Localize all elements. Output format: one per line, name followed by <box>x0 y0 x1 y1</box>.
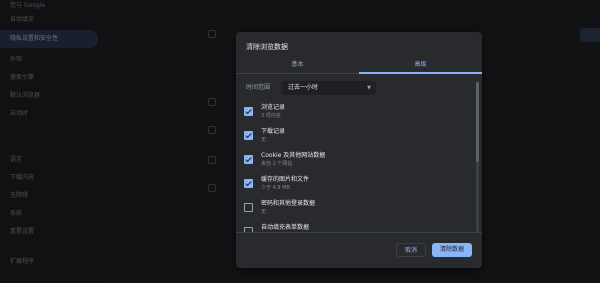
tab-basic[interactable]: 基本 <box>236 58 359 74</box>
clear-data-button[interactable]: 清除数据 <box>432 243 472 257</box>
item-title: 浏览记录 <box>261 104 286 111</box>
time-range-select[interactable]: 过去一小时 ▼ <box>282 81 376 95</box>
item-title: 缓存的图片和文件 <box>261 176 310 183</box>
item-subtitle: 3 项内容 <box>261 113 281 119</box>
list-item-passwords[interactable]: 密码和其他登录数据 无 <box>236 198 474 220</box>
list-scrollbar[interactable] <box>476 82 479 232</box>
checkbox-checked-icon[interactable] <box>244 155 253 164</box>
list-item-browsing-history[interactable]: 浏览记录 3 项内容 <box>236 102 474 124</box>
item-title: Cookie 及其他网站数据 <box>261 152 326 159</box>
item-subtitle: 无 <box>261 137 267 143</box>
dialog-tabs: 基本 高级 <box>236 58 482 74</box>
time-range-label: 时间范围 <box>246 84 271 91</box>
cancel-button[interactable]: 取消 <box>396 243 426 257</box>
clear-browsing-data-dialog: 清除浏览数据 基本 高级 时间范围 过去一小时 ▼ 浏览记录 3 项内容 下载记… <box>236 32 482 268</box>
list-item-cookies[interactable]: Cookie 及其他网站数据 来自 2 个网站 <box>236 150 474 172</box>
checkbox-unchecked-icon[interactable] <box>244 203 253 212</box>
dropdown-arrow-icon: ▼ <box>367 85 371 91</box>
item-title: 自动填充表单数据 <box>261 224 310 231</box>
item-subtitle: 来自 2 个网站 <box>261 161 293 167</box>
checkbox-checked-icon[interactable] <box>244 131 253 140</box>
checkbox-checked-icon[interactable] <box>244 107 253 116</box>
checkbox-checked-icon[interactable] <box>244 179 253 188</box>
list-item-autofill-form-data[interactable]: 自动填充表单数据 <box>236 222 474 232</box>
list-item-download-history[interactable]: 下载记录 无 <box>236 126 474 148</box>
dialog-footer: 取消 清除数据 <box>236 232 482 268</box>
item-title: 下载记录 <box>261 128 286 135</box>
time-range-value: 过去一小时 <box>288 84 319 91</box>
data-type-list: 浏览记录 3 项内容 下载记录 无 Cookie 及其他网站数据 来自 2 个网… <box>236 102 474 232</box>
active-tab-indicator <box>359 72 482 74</box>
scrollbar-thumb[interactable] <box>476 82 479 162</box>
list-item-cached-files[interactable]: 缓存的图片和文件 少于 4.9 MB <box>236 174 474 196</box>
item-subtitle: 无 <box>261 209 267 215</box>
item-subtitle: 少于 4.9 MB <box>261 185 290 191</box>
dialog-title: 清除浏览数据 <box>246 43 288 51</box>
item-title: 密码和其他登录数据 <box>261 200 316 207</box>
